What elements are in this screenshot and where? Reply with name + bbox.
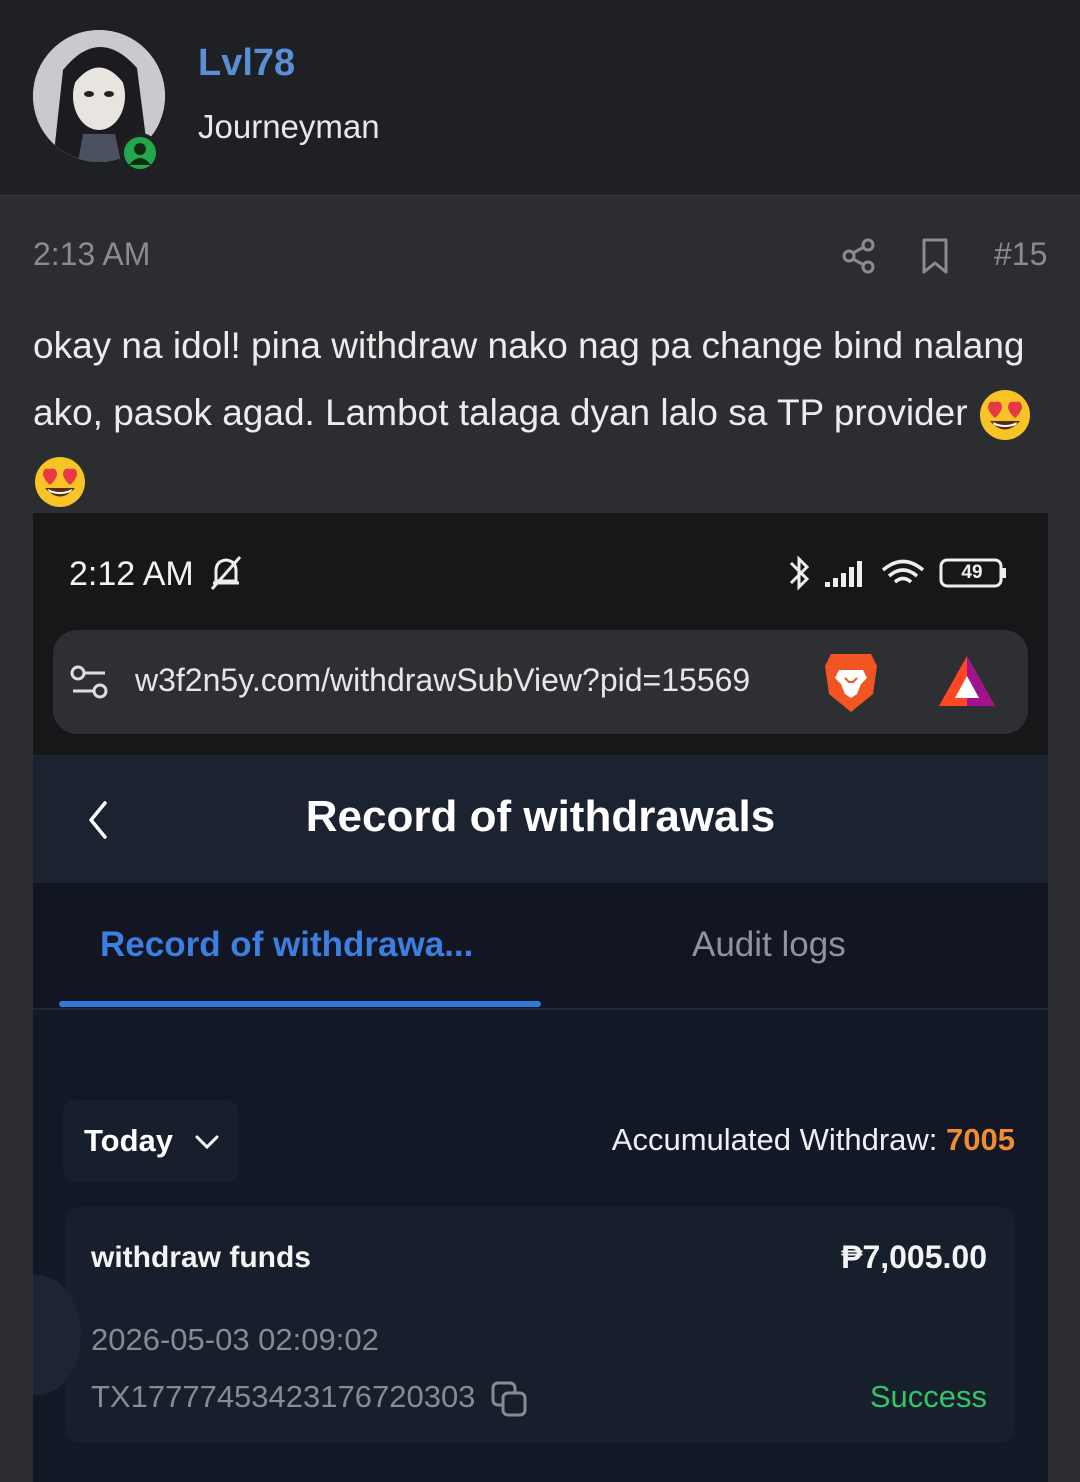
phone-status-time: 2:12 AM (69, 555, 194, 593)
bookmark-icon[interactable] (918, 236, 952, 276)
attached-screenshot[interactable]: 2:12 AM 49 w3f2n5y.com/withdrawSubView?p… (33, 513, 1048, 1482)
post-body: okay na idol! pina withdraw nako nag pa … (33, 312, 1048, 513)
post-header: Lvl78 Journeyman (0, 0, 1080, 196)
user-icon (129, 143, 151, 165)
tab-bar: Record of withdrawa... Audit logs (33, 883, 1048, 1010)
accumulated-withdraw: Accumulated Withdraw: 7005 (612, 1122, 1015, 1158)
bluetooth-icon (789, 555, 810, 591)
withdrawal-record[interactable]: withdraw funds ₱7,005.00 2026-05-03 02:0… (65, 1207, 1015, 1443)
date-filter-label: Today (84, 1123, 173, 1158)
withdrawal-content: Today Accumulated Withdraw: 7005 withdra… (33, 1010, 1048, 1482)
battery-level: 49 (961, 562, 983, 583)
active-tab-indicator (59, 1001, 541, 1007)
page-title: Record of withdrawals (305, 792, 776, 841)
username[interactable]: Lvl78 (198, 42, 295, 85)
tab-audit-logs[interactable]: Audit logs (692, 925, 846, 965)
accumulated-withdraw-label: Accumulated Withdraw: (611, 1122, 947, 1157)
accumulated-withdraw-value: 7005 (946, 1122, 1015, 1157)
heart-eyes-emoji-icon (35, 457, 85, 508)
post-number[interactable]: #15 (994, 236, 1047, 273)
post-time[interactable]: 2:13 AM (33, 236, 150, 273)
date-filter-dropdown[interactable]: Today (63, 1100, 238, 1182)
bell-off-icon (210, 556, 242, 590)
record-date: 2026-05-03 02:09:02 (91, 1322, 379, 1357)
copy-icon[interactable] (489, 1379, 529, 1419)
online-status-badge (120, 133, 160, 173)
app-header: Record of withdrawals (33, 755, 1048, 883)
brave-shields-icon[interactable] (821, 648, 881, 716)
site-settings-icon[interactable] (69, 663, 109, 703)
url-text[interactable]: w3f2n5y.com/withdrawSubView?pid=15569 (135, 662, 750, 699)
signal-icon (825, 561, 862, 587)
share-icon[interactable] (840, 236, 878, 276)
browser-url-bar[interactable]: w3f2n5y.com/withdrawSubView?pid=15569 (53, 630, 1028, 734)
tab-record-of-withdrawals[interactable]: Record of withdrawa... (100, 925, 473, 965)
user-rank: Journeyman (198, 108, 380, 145)
chevron-down-icon (195, 1135, 219, 1150)
heart-eyes-emoji-icon (979, 390, 1030, 441)
post-text: okay na idol! pina withdraw nako nag pa … (33, 325, 1025, 433)
record-txid: TX17777453423176720303 (91, 1379, 476, 1414)
brave-rewards-icon[interactable] (935, 652, 999, 710)
record-amount: ₱7,005.00 (841, 1239, 987, 1275)
record-type: withdraw funds (91, 1241, 311, 1274)
record-status: Success (869, 1379, 987, 1414)
wifi-icon (881, 559, 925, 584)
